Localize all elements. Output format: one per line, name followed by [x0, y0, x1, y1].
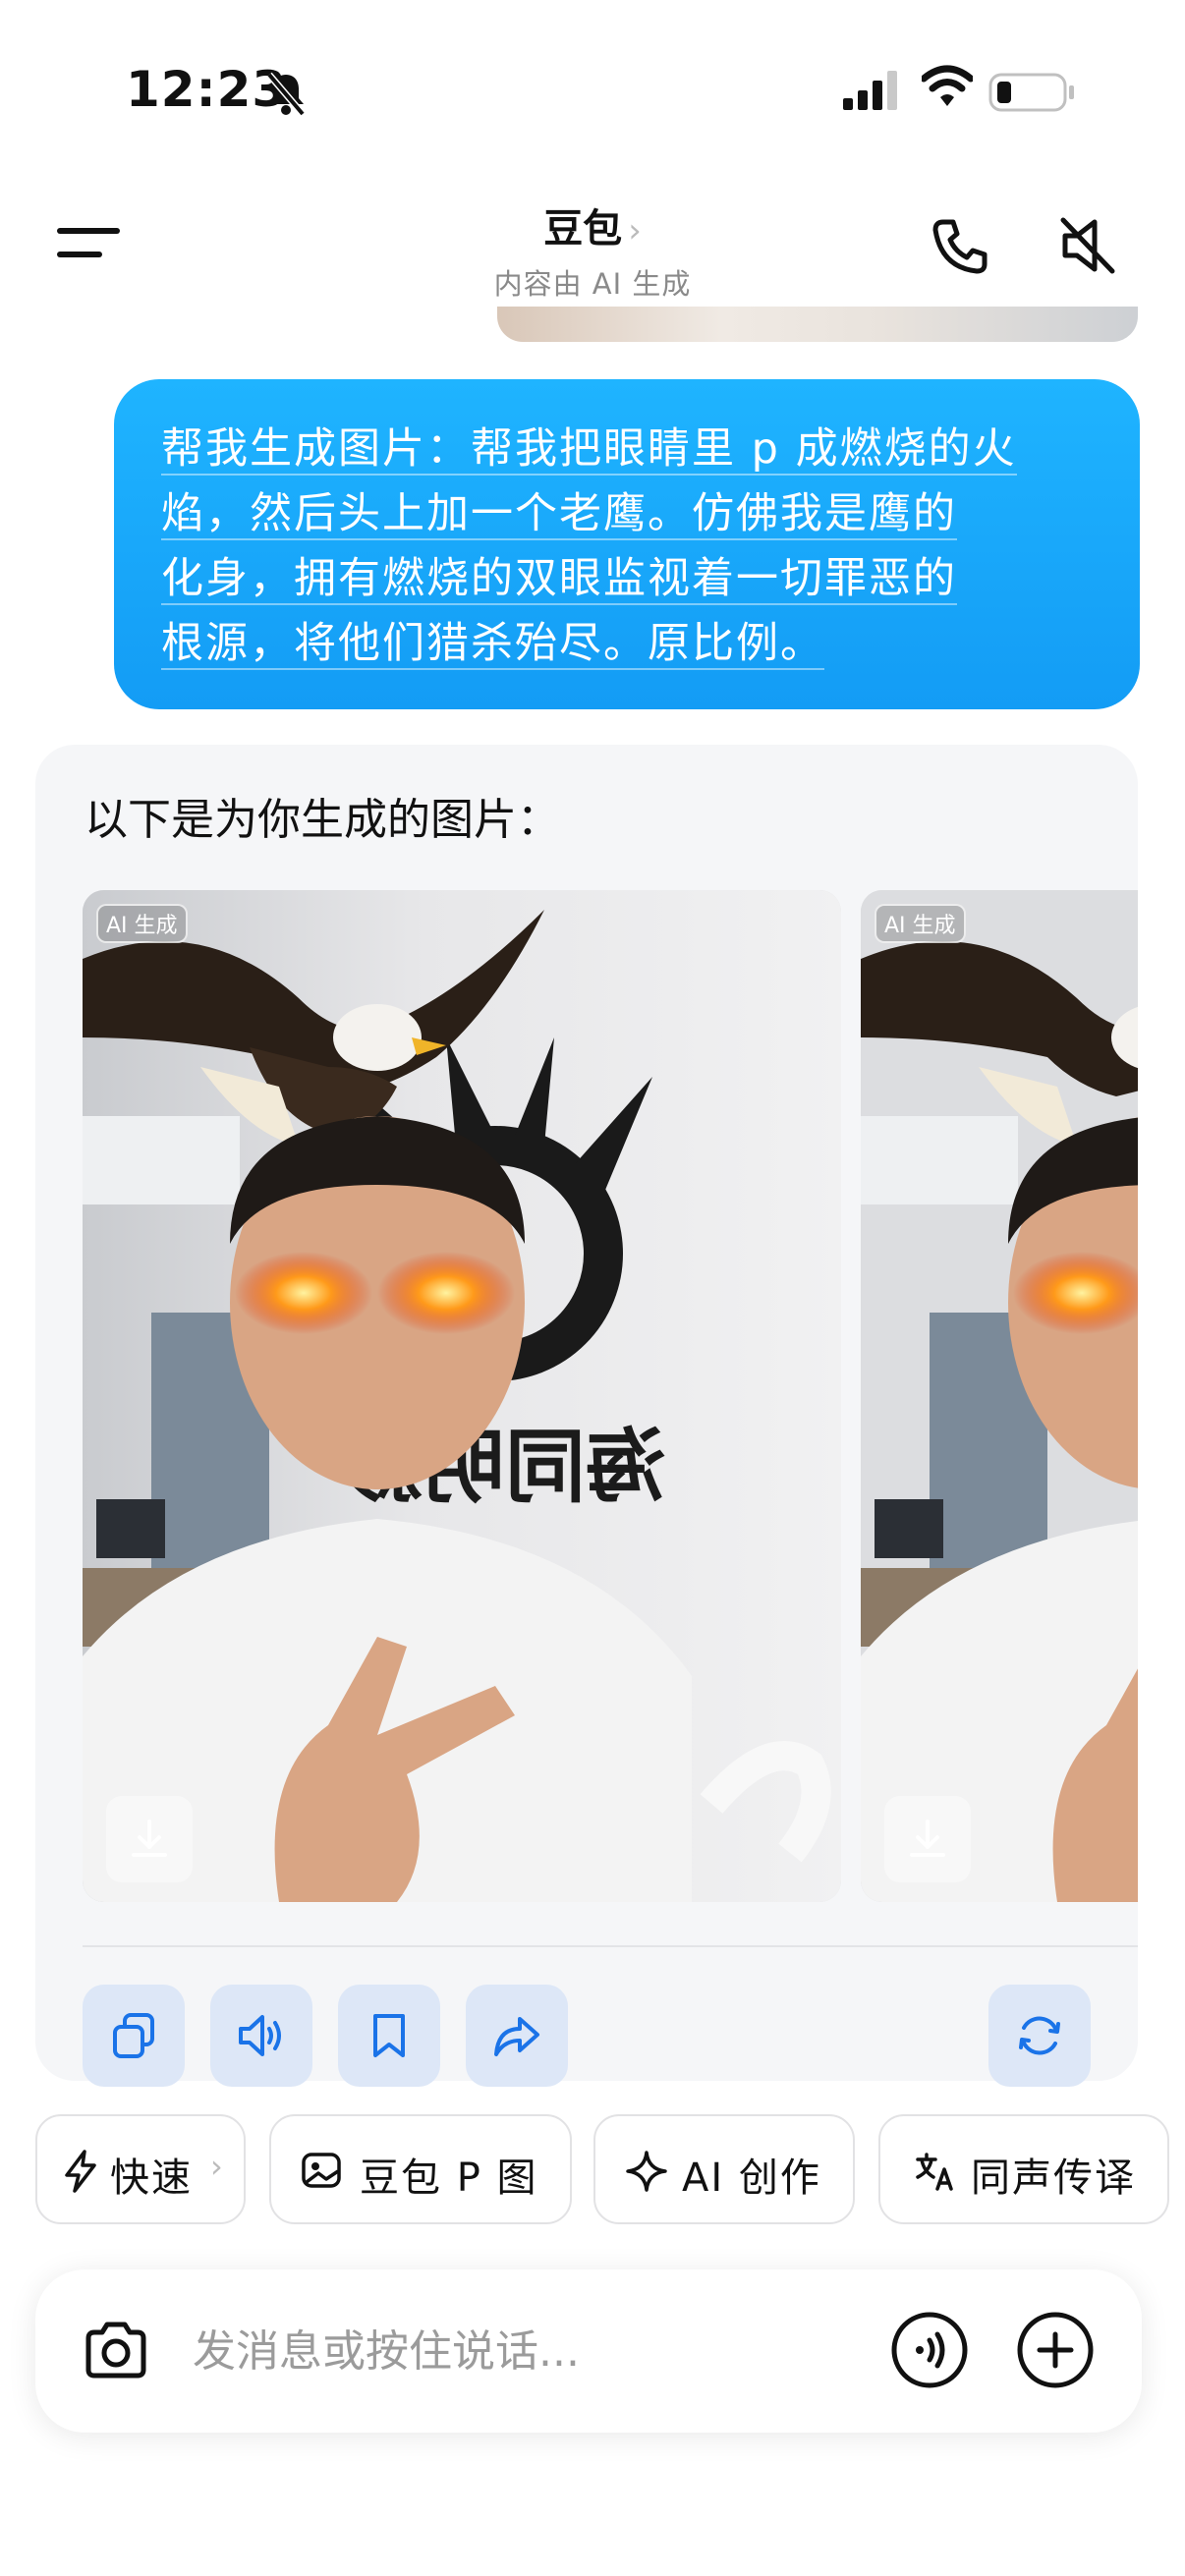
chip-fast-mode[interactable]: 快速 ›	[35, 2114, 246, 2224]
assistant-message-card: 以下是为你生成的图片： 海同明影 AI 生成 AI 生成	[35, 745, 1138, 2087]
generated-images-carousel[interactable]: 海同明影 AI 生成 AI 生成	[83, 890, 1138, 1904]
generated-image[interactable]: AI 生成	[861, 890, 1138, 1902]
ai-generated-badge: AI 生成	[96, 904, 188, 943]
camera-icon[interactable]	[81, 2317, 151, 2385]
download-button[interactable]	[884, 1796, 971, 1882]
regenerate-button[interactable]	[988, 1985, 1091, 2087]
copy-button[interactable]	[83, 1985, 185, 2087]
chip-label: 快速	[110, 2156, 193, 2201]
menu-button[interactable]	[57, 228, 120, 267]
user-message-bubble[interactable]: 帮我生成图片：帮我把眼睛里 p 成燃烧的火 焰，然后头上加一个老鹰。仿佛我是鹰的…	[114, 379, 1140, 709]
ai-generated-badge: AI 生成	[875, 904, 966, 943]
image-edit-icon	[302, 2153, 341, 2188]
lightning-icon	[65, 2150, 96, 2193]
phone-icon[interactable]	[930, 216, 990, 277]
chip-simultaneous-interpretation[interactable]: 同声传译	[878, 2114, 1169, 2224]
message-composer	[35, 2269, 1142, 2433]
assistant-intro-text: 以下是为你生成的图片：	[85, 795, 560, 845]
read-aloud-button[interactable]	[210, 1985, 312, 2087]
user-message-line: 帮我生成图片：帮我把眼睛里 p 成燃烧的火	[161, 424, 1017, 476]
plus-icon[interactable]	[1016, 2311, 1095, 2389]
translate-icon	[916, 2153, 953, 2191]
share-button[interactable]	[466, 1985, 568, 2087]
chip-ai-create[interactable]: AI 创作	[593, 2114, 855, 2224]
menu-icon-line	[57, 252, 102, 257]
speaker-icon	[239, 2015, 281, 2056]
share-icon	[494, 2017, 539, 2056]
chat-title: 豆包	[543, 206, 623, 252]
cellular-signal-icon	[843, 71, 897, 110]
battery-icon	[988, 73, 1074, 112]
previous-image-thumbnail[interactable]	[497, 307, 1138, 342]
wifi-icon	[922, 65, 973, 106]
download-icon	[910, 1820, 945, 1857]
divider	[83, 1945, 1138, 1947]
chip-image-edit[interactable]: 豆包 P 图	[269, 2114, 572, 2224]
message-input[interactable]	[193, 2317, 880, 2385]
chip-label: 豆包 P 图	[360, 2156, 538, 2201]
status-bar: 12:23	[0, 0, 1185, 147]
download-button[interactable]	[106, 1796, 193, 1882]
sparkle-icon	[626, 2151, 667, 2192]
quick-actions: 快速 › 豆包 P 图 AI 创作 同声传译	[35, 2114, 1185, 2230]
voice-input-icon[interactable]	[890, 2311, 969, 2389]
user-message-text: 帮我生成图片：帮我把眼睛里 p 成燃烧的火 焰，然后头上加一个老鹰。仿佛我是鹰的…	[161, 417, 1093, 676]
ai-disclaimer: 内容由 AI 生成	[493, 267, 692, 301]
status-time: 12:23	[126, 61, 288, 118]
chat-title-block[interactable]: 豆包 › 内容由 AI 生成	[396, 196, 789, 303]
download-icon	[132, 1820, 167, 1857]
user-message-line: 根源，将他们猎杀殆尽。原比例。	[161, 619, 824, 670]
copy-icon	[113, 2013, 154, 2058]
regenerate-icon	[1019, 2016, 1060, 2055]
chat-header: 豆包 › 内容由 AI 生成	[0, 177, 1185, 314]
user-message-line: 化身，拥有燃烧的双眼监视着一切罪恶的	[161, 554, 957, 605]
speaker-mute-icon[interactable]	[1057, 214, 1118, 277]
chip-label: AI 创作	[682, 2156, 821, 2201]
chip-label: 同声传译	[971, 2156, 1136, 2201]
bookmark-icon	[373, 2014, 405, 2057]
bell-muted-icon	[266, 72, 306, 116]
user-message-line: 焰，然后头上加一个老鹰。仿佛我是鹰的	[161, 489, 957, 540]
generated-image-art: 海同明影	[83, 890, 841, 1902]
bookmark-button[interactable]	[338, 1985, 440, 2087]
generated-image-art	[861, 890, 1138, 1902]
generated-image[interactable]: 海同明影 AI 生成	[83, 890, 841, 1902]
chevron-right-icon: ›	[210, 2148, 223, 2185]
menu-icon	[57, 228, 120, 234]
chevron-right-icon: ›	[628, 211, 642, 251]
